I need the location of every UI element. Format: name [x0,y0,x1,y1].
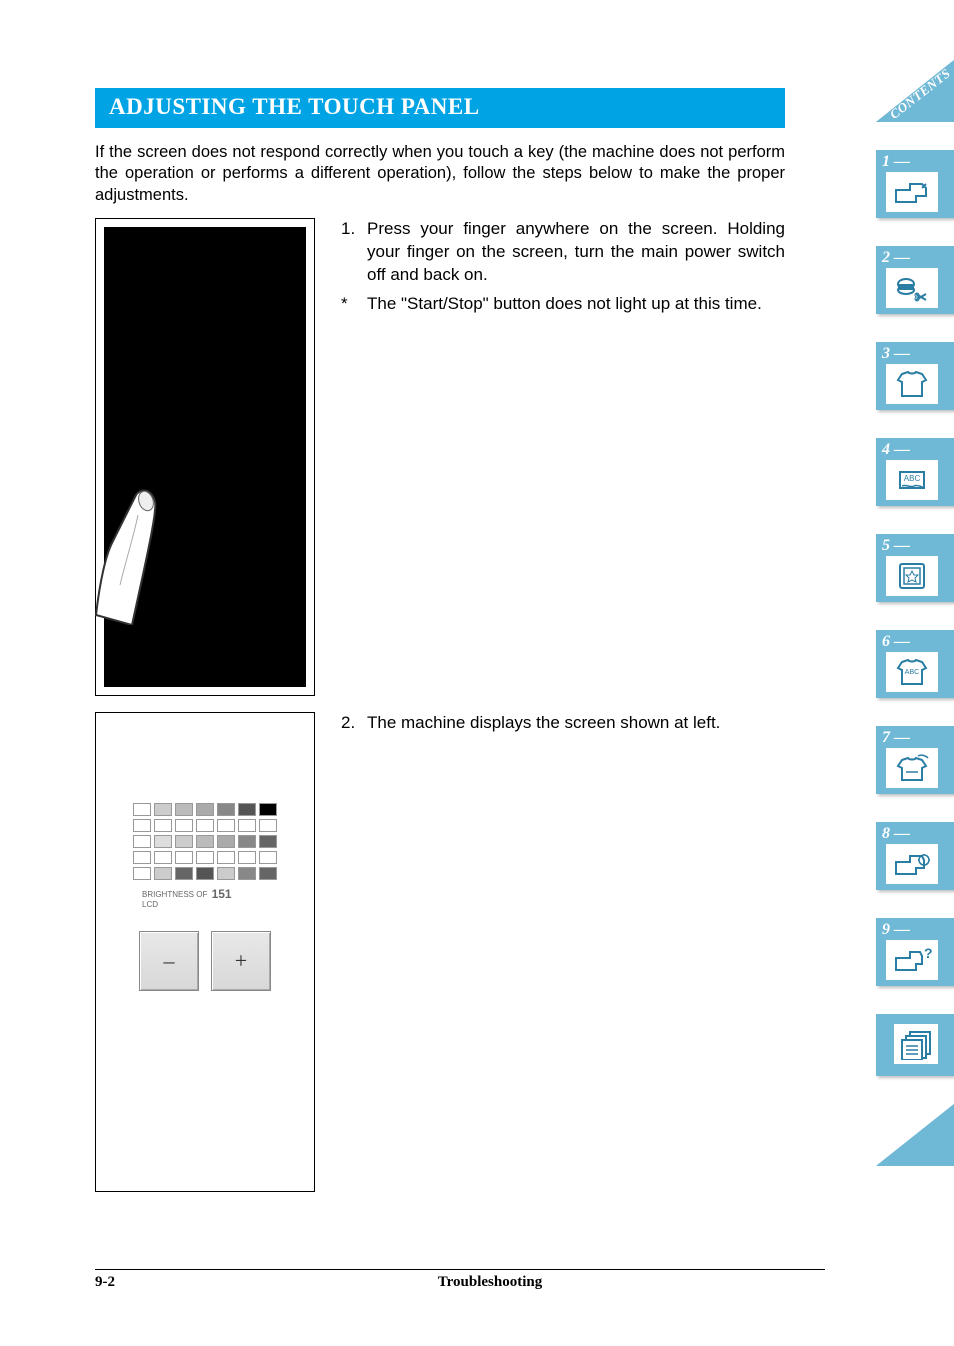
brightness-minus-button[interactable]: – [139,931,199,991]
step-2-row: BRIGHTNESS OF 151 LCD – + 2. The machine… [95,712,785,1192]
tshirt-icon [886,364,938,404]
tab-chapter-9[interactable]: 9 — ?! [876,918,954,986]
pages-icon [894,1024,938,1064]
tshirt-abc-icon: ABC [886,652,938,692]
machine-question-icon: ?! [886,940,938,980]
tab-chapter-6[interactable]: 6 — ABC [876,630,954,698]
tab-chapter-5[interactable]: 5 — [876,534,954,602]
gradient-grid [133,803,278,880]
section-header: ADJUSTING THE TOUCH PANEL [95,88,785,128]
finger-icon [92,485,172,625]
step-text: The machine displays the screen shown at… [367,712,785,735]
tab-chapter-8[interactable]: 8 — [876,822,954,890]
tab-contents[interactable]: CONTENTS [876,60,954,122]
abc-frame-icon: ABC [886,460,938,500]
step-text: Press your finger anywhere on the screen… [367,218,785,287]
bobbin-scissors-icon [886,268,938,308]
svg-text:ABC: ABC [904,474,921,483]
note-mark: * [341,293,359,316]
brightness-label: BRIGHTNESS OF 151 LCD [142,888,296,909]
footer-section-name: Troubleshooting [155,1274,825,1291]
step-number: 2. [341,712,359,735]
note-text: The "Start/Stop" button does not light u… [367,293,785,316]
svg-text:ABC: ABC [905,669,919,676]
tab-chapter-4[interactable]: 4 — ABC [876,438,954,506]
brightness-plus-button[interactable]: + [211,931,271,991]
screen-star-icon [886,556,938,596]
tab-index[interactable]: Index [876,1104,954,1166]
page-footer: 9-2 Troubleshooting [95,1269,825,1291]
page-number: 9-2 [95,1274,155,1291]
figure-1-touchscreen [95,218,315,696]
machine-gear-icon [886,844,938,884]
tab-chapter-2[interactable]: 2 — [876,246,954,314]
tshirt-stitch-icon [886,748,938,788]
figure-2-brightness-screen: BRIGHTNESS OF 151 LCD – + [95,712,315,1192]
svg-text:?!: ?! [924,945,932,961]
tab-appendix[interactable] [876,1014,954,1076]
intro-paragraph: If the screen does not respond correctly… [95,142,785,206]
tab-chapter-1[interactable]: 1 — [876,150,954,218]
side-tabs: CONTENTS 1 — 2 — 3 — 4 — ABC 5 — 6 — AB [876,60,954,1166]
tab-chapter-7[interactable]: 7 — [876,726,954,794]
step-1-row: 1. Press your finger anywhere on the scr… [95,218,785,696]
tab-chapter-3[interactable]: 3 — [876,342,954,410]
step-number: 1. [341,218,359,287]
sewing-machine-icon [886,172,938,212]
